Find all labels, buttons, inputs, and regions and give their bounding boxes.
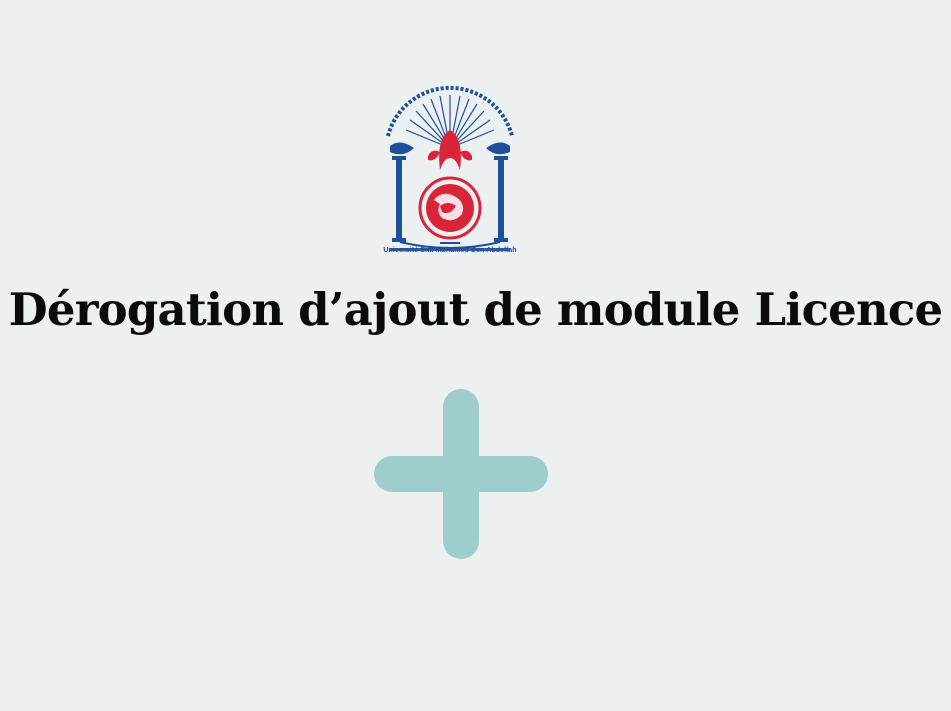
plus-icon-horizontal-bar — [374, 456, 548, 492]
page-title: Dérogation d’ajout de module Licence — [8, 283, 944, 336]
add-module-button[interactable] — [374, 389, 548, 559]
page: Université Sidi Mohamed Ben Abdellah Dér… — [0, 0, 951, 711]
university-name-caption: Université Sidi Mohamed Ben Abdellah — [383, 247, 517, 254]
university-emblem-icon — [370, 78, 530, 262]
